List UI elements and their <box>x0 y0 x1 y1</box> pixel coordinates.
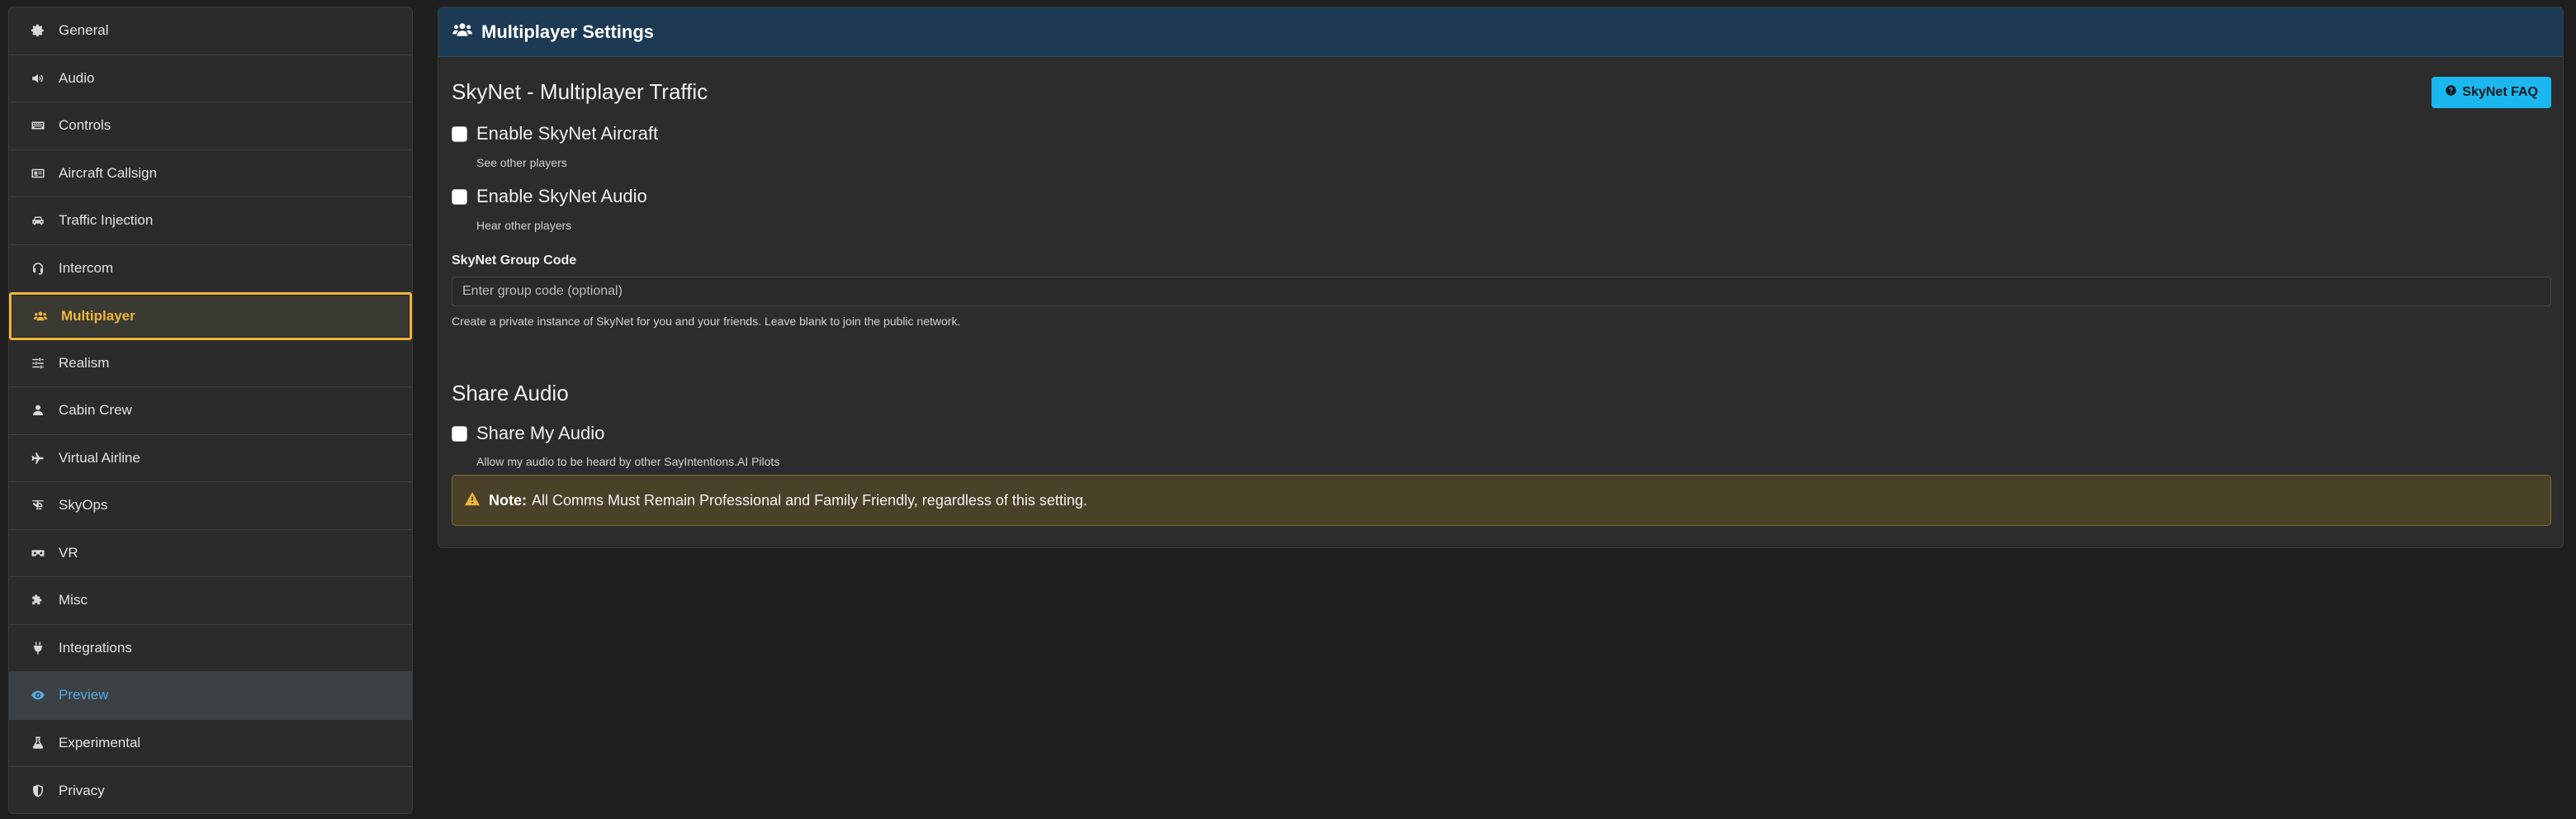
shield-icon <box>29 782 47 800</box>
volume-icon <box>29 69 47 88</box>
sidebar-item-label: Virtual Airline <box>59 449 140 466</box>
sidebar-item-label: VR <box>59 544 78 561</box>
question-circle-icon <box>2445 84 2462 101</box>
headset-icon <box>29 259 47 277</box>
sidebar-item-vr[interactable]: VR <box>9 530 412 577</box>
settings-sidebar: General Audio Controls Aircraft Callsign… <box>8 7 413 814</box>
note-text: All Comms Must Remain Professional and F… <box>532 491 1087 509</box>
sidebar-item-label: Experimental <box>59 734 141 750</box>
flask-icon <box>29 734 47 752</box>
sidebar-item-label: Integrations <box>59 639 132 656</box>
keyboard-icon <box>29 116 47 135</box>
sidebar-item-label: Intercom <box>59 259 114 276</box>
sidebar-item-label: Aircraft Callsign <box>59 164 158 181</box>
plug-icon <box>29 639 47 657</box>
share-my-audio-help: Allow my audio to be heard by other SayI… <box>476 455 780 468</box>
sidebar-item-label: Misc <box>59 592 88 608</box>
car-icon <box>29 211 47 230</box>
share-my-audio-checkbox[interactable] <box>452 425 467 442</box>
sidebar-item-label: Realism <box>59 354 110 371</box>
sidebar-item-skyops[interactable]: SkyOps <box>9 482 412 530</box>
sidebar-item-label: Preview <box>59 687 109 703</box>
sidebar-item-general[interactable]: General <box>9 7 412 55</box>
enable-skynet-audio-label[interactable]: Enable SkyNet Audio <box>476 186 647 207</box>
page-title: Multiplayer Settings <box>481 21 655 42</box>
note-alert: Note: All Comms Must Remain Professional… <box>452 475 2551 526</box>
sidebar-item-label: Controls <box>59 117 111 134</box>
sidebar-item-intercom[interactable]: Intercom <box>9 245 412 292</box>
users-icon <box>452 21 473 43</box>
panel-header: Multiplayer Settings <box>438 7 2563 57</box>
enable-skynet-audio-row: Enable SkyNet Audio <box>452 186 647 207</box>
sidebar-item-privacy[interactable]: Privacy <box>9 767 412 813</box>
users-icon <box>31 307 50 325</box>
sidebar-item-multiplayer[interactable]: Multiplayer <box>9 292 412 340</box>
share-my-audio-row: Share My Audio <box>452 423 604 444</box>
enable-skynet-aircraft-label[interactable]: Enable SkyNet Aircraft <box>476 123 658 144</box>
sidebar-item-traffic-injection[interactable]: Traffic Injection <box>9 197 412 245</box>
enable-skynet-aircraft-checkbox[interactable] <box>452 125 467 142</box>
note-strong-text: Note: <box>489 491 527 509</box>
sidebar-item-label: Audio <box>59 69 95 86</box>
sidebar-item-realism[interactable]: Realism <box>9 340 412 387</box>
sidebar-item-label: Privacy <box>59 782 105 798</box>
skynet-group-code-label: SkyNet Group Code <box>452 253 577 267</box>
skynet-faq-label: SkyNet FAQ <box>2462 85 2538 99</box>
warning-icon <box>464 491 481 510</box>
enable-skynet-aircraft-help: See other players <box>476 156 567 169</box>
skynet-faq-button[interactable]: SkyNet FAQ <box>2432 77 2551 108</box>
user-icon <box>29 401 47 419</box>
plane-icon <box>29 449 47 467</box>
sidebar-item-label: Cabin Crew <box>59 402 132 419</box>
enable-skynet-audio-help: Hear other players <box>476 219 572 232</box>
sidebar-item-virtual-airline[interactable]: Virtual Airline <box>9 435 412 482</box>
sidebar-item-experimental[interactable]: Experimental <box>9 720 412 767</box>
share-audio-section-title: Share Audio <box>452 381 569 405</box>
gear-icon <box>29 21 47 40</box>
sidebar-item-cabin-crew[interactable]: Cabin Crew <box>9 387 412 435</box>
puzzle-icon <box>29 591 47 609</box>
sidebar-item-preview[interactable]: Preview <box>9 672 412 720</box>
sidebar-item-label: Multiplayer <box>61 307 135 324</box>
sidebar-item-aircraft-callsign[interactable]: Aircraft Callsign <box>9 150 412 197</box>
helicopter-icon <box>29 496 47 514</box>
eye-icon <box>29 686 47 704</box>
vr-headset-icon <box>29 544 47 562</box>
skynet-section-title: SkyNet - Multiplayer Traffic <box>452 79 708 104</box>
sliders-icon <box>29 354 47 372</box>
share-my-audio-label[interactable]: Share My Audio <box>476 423 604 444</box>
sidebar-item-label: General <box>59 22 109 39</box>
sidebar-item-integrations[interactable]: Integrations <box>9 625 412 672</box>
enable-skynet-audio-checkbox[interactable] <box>452 188 467 205</box>
skynet-group-code-help: Create a private instance of SkyNet for … <box>452 315 961 328</box>
multiplayer-settings-panel: Multiplayer Settings SkyNet - Multiplaye… <box>438 7 2564 548</box>
sidebar-item-controls[interactable]: Controls <box>9 102 412 150</box>
sidebar-item-label: Traffic Injection <box>59 212 154 229</box>
sidebar-item-audio[interactable]: Audio <box>9 55 412 102</box>
id-card-icon <box>29 164 47 182</box>
sidebar-item-misc[interactable]: Misc <box>9 577 412 625</box>
enable-skynet-aircraft-row: Enable SkyNet Aircraft <box>452 123 658 144</box>
skynet-group-code-input[interactable] <box>452 277 2551 306</box>
sidebar-item-label: SkyOps <box>59 497 108 514</box>
